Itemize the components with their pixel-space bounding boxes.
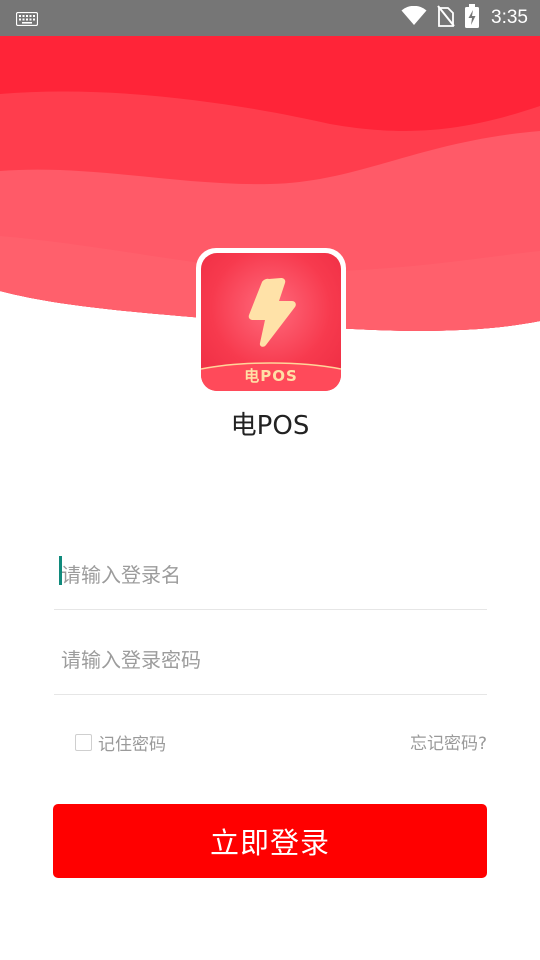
app-icon: 电POS [196,248,346,396]
no-sim-icon [437,5,455,31]
forgot-password-link[interactable]: 忘记密码? [410,729,487,754]
login-button[interactable]: 立即登录 [53,804,487,878]
status-bar: 3:35 [0,0,540,36]
username-input[interactable] [54,540,487,609]
battery-charging-icon [465,4,480,32]
lightning-bolt-icon [248,278,296,347]
app-name: 电POS [230,411,310,441]
password-field[interactable] [54,625,487,695]
username-field[interactable] [54,540,487,610]
remember-label: 记住密码 [98,735,166,755]
text-cursor [59,556,62,585]
wifi-icon [401,5,427,30]
keyboard-icon [15,11,39,30]
password-input[interactable] [54,625,487,694]
status-time: 3:35 [491,7,528,28]
remember-checkbox[interactable] [75,734,92,751]
app-icon-label: 电POS [244,367,298,385]
remember-password[interactable]: 记住密码 [75,730,166,755]
